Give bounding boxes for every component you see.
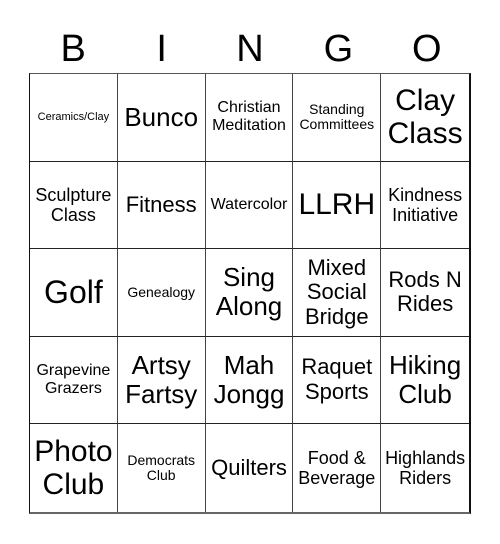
cell-label: Mah Jongg <box>213 349 285 410</box>
cell-label: Artsy Fartsy <box>125 349 198 410</box>
cell-label: Clay Class <box>387 83 463 151</box>
header-letter-o: O <box>412 28 442 70</box>
bingo-cell[interactable]: Sing Along <box>205 249 294 337</box>
bingo-cell[interactable]: Democrats Club <box>118 424 206 512</box>
bingo-cell[interactable]: Fitness <box>117 161 206 250</box>
bingo-cell[interactable]: Bunco <box>117 74 206 162</box>
bingo-cell[interactable]: Highlands Riders <box>381 424 469 512</box>
bingo-cell[interactable]: Genealogy <box>117 249 206 337</box>
header-letter-b: B <box>60 28 86 70</box>
cell-label: Rods N Rides <box>388 266 462 317</box>
cell-label: Standing Committees <box>299 100 375 133</box>
cell-label: Bunco <box>124 101 199 132</box>
cell-label: Christian Meditation <box>212 99 286 135</box>
cell-label: Democrats Club <box>127 451 196 484</box>
cell-label: Grapevine Grazers <box>36 362 111 398</box>
cell-label: Golf <box>44 273 103 310</box>
bingo-cell[interactable]: Mixed Social Bridge <box>293 249 382 337</box>
cell-label: Fitness <box>125 191 197 217</box>
cell-label: Genealogy <box>127 283 196 300</box>
bingo-cell[interactable]: Quilters <box>206 424 294 512</box>
cell-label: Sculpture Class <box>35 184 112 225</box>
bingo-cell[interactable]: Christian Meditation <box>205 74 294 162</box>
bingo-cell[interactable]: Rods N Rides <box>381 249 469 337</box>
bingo-cell[interactable]: Sculpture Class <box>30 161 118 250</box>
bingo-cell[interactable]: Standing Committees <box>293 74 382 162</box>
cell-label: Highlands Riders <box>385 448 466 489</box>
bingo-cell[interactable]: Hiking Club <box>381 337 469 425</box>
cell-label: Kindness Initiative <box>388 184 463 225</box>
cell-label: Sing Along <box>215 262 283 322</box>
bingo-cell[interactable]: Kindness Initiative <box>381 162 469 250</box>
cell-label: Ceramics/Clay <box>37 111 110 124</box>
bingo-cell[interactable]: Artsy Fartsy <box>117 336 206 425</box>
cell-label: Hiking Club <box>388 349 462 410</box>
cell-label: Watercolor <box>210 195 288 213</box>
bingo-cell[interactable]: Golf <box>30 249 118 337</box>
header-letter-i: I <box>156 28 167 70</box>
cell-label: LLRH <box>298 188 376 222</box>
cell-label: Photo Club <box>34 434 113 502</box>
bingo-cell[interactable]: Photo Club <box>30 424 118 512</box>
bingo-cell[interactable]: Food & Beverage <box>293 424 382 512</box>
bingo-cell[interactable]: Clay Class <box>381 74 469 162</box>
bingo-cell[interactable]: LLRH <box>293 161 382 250</box>
bingo-header: B I N G O <box>29 26 471 72</box>
bingo-cell[interactable]: Mah Jongg <box>205 336 294 425</box>
cell-label: Food & Beverage <box>298 448 376 489</box>
cell-label: Quilters <box>211 454 287 480</box>
cell-label: Raquet Sports <box>301 354 373 405</box>
header-letter-g: G <box>323 28 354 70</box>
header-letter-n: N <box>236 28 264 70</box>
bingo-grid: Ceramics/Clay Bunco Christian Meditation… <box>29 73 471 514</box>
cell-label: Mixed Social Bridge <box>304 254 369 329</box>
bingo-cell[interactable]: Grapevine Grazers <box>30 336 118 425</box>
bingo-cell[interactable]: Ceramics/Clay <box>30 74 118 162</box>
bingo-cell[interactable]: Watercolor <box>205 161 294 250</box>
bingo-cell[interactable]: Raquet Sports <box>293 336 382 425</box>
